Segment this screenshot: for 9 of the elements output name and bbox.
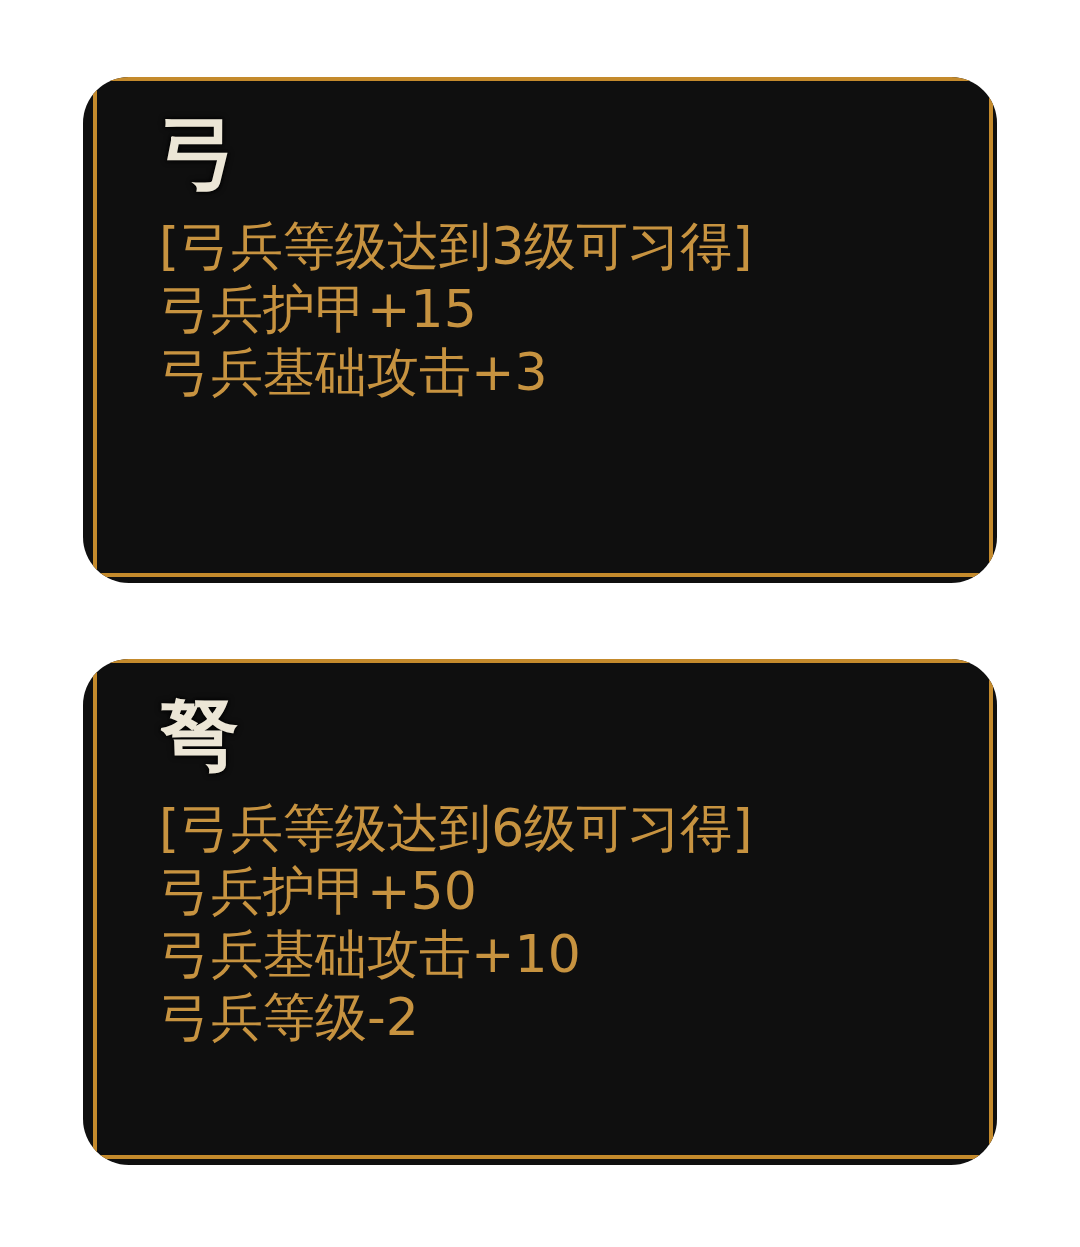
skill-title: 弩 bbox=[159, 689, 239, 781]
bonus-text: 弓兵护甲+15 bbox=[159, 278, 477, 341]
bonus-text: 弓兵等级-2 bbox=[159, 986, 419, 1049]
unlock-condition-text: [弓兵等级达到3级可习得] bbox=[159, 215, 753, 278]
bonus-text: 弓兵护甲+50 bbox=[159, 860, 477, 923]
bonus-text: 弓兵基础攻击+10 bbox=[159, 923, 581, 986]
bonus-text: 弓兵基础攻击+3 bbox=[159, 341, 548, 404]
skill-title: 弓 bbox=[159, 107, 239, 199]
unlock-condition-text: [弓兵等级达到6级可习得] bbox=[159, 797, 753, 860]
